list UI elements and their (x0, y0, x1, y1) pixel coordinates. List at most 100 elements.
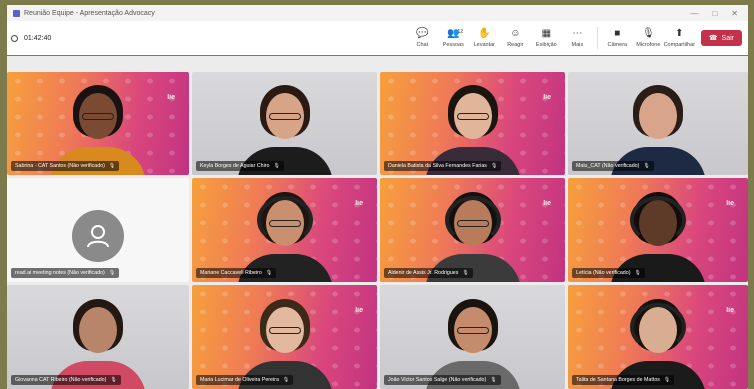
mic-label: Microfone (636, 42, 661, 48)
virtual-background-logo: lie (167, 94, 175, 101)
participant-tile[interactable]: Keyla Borges de Aguiar Chiro 🎙 (192, 72, 377, 175)
more-icon: ⋯ (572, 28, 583, 39)
camera-button[interactable]: ■ Câmera (602, 28, 633, 49)
virtual-background-logo: lie (355, 200, 363, 207)
participant-name: Sabrina - CAT Santos (Não verificado) (15, 163, 105, 169)
participant-name-tag: Malu_CAT (Não verificado) 🎙 (572, 161, 654, 171)
view-label: Exibição (535, 42, 557, 48)
react-label: Reagir (507, 42, 524, 48)
people-label: Pessoas (442, 42, 464, 48)
teams-app-icon (13, 9, 20, 17)
react-button[interactable]: ☺ Reagir (500, 28, 531, 49)
close-button[interactable]: ✕ (731, 9, 738, 18)
virtual-background-logo: lie (543, 94, 551, 101)
camera-icon: ■ (614, 28, 621, 39)
grid-icon: ▦ (541, 28, 552, 39)
mic-muted-icon: 🎙 (108, 163, 116, 169)
participant-tile[interactable]: Giovanna CAT Ribeiro (Não verificado) 🎙 (7, 285, 189, 389)
participant-tile[interactable]: lie Maria Lucimar de Oliveira Pereira 🎙 (192, 285, 377, 389)
participant-name-tag: Daniela Batista da Silva Fernandes Faria… (384, 161, 502, 171)
participant-name-tag: Mariane Caccaveli Ribeiro 🎙 (196, 268, 277, 278)
teams-window: Reunião Equipe - Apresentação Advocacy —… (0, 0, 754, 389)
participant-name-tag: Talita de Santana Borges de Mattos 🎙 (572, 375, 675, 385)
participant-name-tag: João Victor Santos Salge (Não verificado… (384, 375, 501, 385)
chat-button[interactable]: 💬 Chat (407, 28, 438, 49)
chat-icon: 💬 (416, 28, 429, 39)
virtual-background-logo: lie (726, 200, 734, 207)
people-button[interactable]: 👥 12 Pessoas (438, 28, 469, 49)
leave-button[interactable]: ☎ Sair (700, 30, 742, 46)
mic-muted-icon: 🎙 (265, 270, 273, 276)
virtual-background-logo: lie (543, 200, 551, 207)
more-button[interactable]: ⋯ Mais (562, 28, 593, 49)
toolbar-divider (596, 27, 598, 49)
people-icon: 👥 12 (447, 28, 464, 39)
participant-name: Letícia (Não verificado) (576, 270, 631, 276)
mic-muted-icon: 🎙 (108, 270, 116, 276)
participant-name: Talita de Santana Borges de Mattos (576, 377, 660, 383)
user-avatar-icon (72, 210, 124, 262)
participant-tile[interactable]: lie Sabrina - CAT Santos (Não verificado)… (7, 72, 189, 175)
chat-label: Chat (416, 42, 429, 48)
participant-name: João Victor Santos Salge (Não verificado… (388, 377, 487, 383)
participant-tile[interactable]: João Victor Santos Salge (Não verificado… (380, 285, 565, 389)
minimize-button[interactable]: — (690, 9, 698, 18)
share-icon: ⬆ (675, 28, 684, 39)
participant-tile[interactable]: lie Aldenir de Assis Jr. Rodrigues 🎙 (380, 178, 565, 282)
mic-muted-icon: 🎙 (462, 270, 469, 276)
record-icon (11, 34, 18, 42)
participant-tile[interactable]: lie Letícia (Não verificado) 🎙 (568, 178, 748, 282)
toolbar-actions: 💬 Chat 👥 12 Pessoas ✋ Levantar ☺ Reagir ▦ Exibição… (407, 27, 695, 49)
participant-name-tag: Keyla Borges de Aguiar Chiro 🎙 (196, 161, 284, 171)
participant-tile[interactable]: read.ai meeting notes (Não verificado) 🎙 (7, 178, 189, 282)
participant-name-tag: Letícia (Não verificado) 🎙 (572, 268, 645, 278)
raise-hand-label: Levantar (473, 42, 496, 48)
participant-name: Maria Lucimar de Oliveira Pereira (200, 377, 279, 383)
participant-name-tag: Aldenir de Assis Jr. Rodrigues 🎙 (384, 268, 473, 278)
mic-muted-icon: 🎙 (663, 377, 671, 383)
participant-name: Keyla Borges de Aguiar Chiro (200, 163, 270, 169)
participant-name: Daniela Batista da Silva Fernandes Faria… (388, 163, 487, 169)
raise-hand-button[interactable]: ✋ Levantar (469, 28, 500, 49)
mic-off-icon: 🎙 (641, 28, 655, 39)
participant-name: Mariane Caccaveli Ribeiro (200, 270, 262, 276)
participant-name: Malu_CAT (Não verificado) (576, 163, 640, 169)
share-button[interactable]: ⬆ Compartilhar (664, 28, 695, 49)
participant-name: read.ai meeting notes (Não verificado) (15, 270, 105, 276)
window-title: Reunião Equipe - Apresentação Advocacy (24, 9, 155, 17)
maximize-button[interactable]: □ (712, 9, 717, 18)
hand-icon: ✋ (478, 28, 491, 39)
participant-name-tag: read.ai meeting notes (Não verificado) 🎙 (11, 268, 120, 278)
camera-label: Câmera (607, 42, 628, 48)
mic-muted-icon: 🎙 (490, 163, 498, 169)
mic-muted-icon: 🎙 (273, 163, 280, 169)
participant-tile[interactable]: lie Mariane Caccaveli Ribeiro 🎙 (192, 178, 377, 282)
virtual-background-logo: lie (355, 307, 363, 314)
participant-name-tag: Sabrina - CAT Santos (Não verificado) 🎙 (11, 161, 120, 171)
participant-name-tag: Giovanna CAT Ribeiro (Não verificado) 🎙 (11, 375, 121, 385)
people-count-badge: 12 (457, 28, 464, 35)
leave-label: Sair (721, 34, 734, 42)
view-button[interactable]: ▦ Exibição (531, 28, 562, 49)
virtual-background-logo: lie (726, 307, 734, 314)
meeting-timer: 01:42:40 (11, 34, 52, 42)
mic-muted-icon: 🎙 (643, 163, 650, 169)
participant-tile[interactable]: lie Talita de Santana Borges de Mattos 🎙 (568, 285, 748, 389)
participant-name-tag: Maria Lucimar de Oliveira Pereira 🎙 (196, 375, 294, 385)
title-bar: Reunião Equipe - Apresentação Advocacy —… (7, 5, 748, 21)
participant-name: Aldenir de Assis Jr. Rodrigues (388, 270, 459, 276)
meeting-toolbar: 01:42:40 💬 Chat 👥 12 Pessoas ✋ Levantar ☺ Reagir… (7, 21, 748, 55)
participant-name: Giovanna CAT Ribeiro (Não verificado) (15, 377, 107, 383)
mic-button[interactable]: 🎙 Microfone (633, 28, 664, 49)
mic-muted-icon: 🎙 (490, 377, 497, 383)
participant-tile[interactable]: lie Daniela Batista da Silva Fernandes Fa… (380, 72, 565, 175)
timer-text: 01:42:40 (24, 34, 52, 42)
window-controls: — □ ✕ (690, 9, 748, 18)
more-label: Mais (571, 42, 584, 48)
video-grid: lie Sabrina - CAT Santos (Não verificado)… (7, 56, 748, 389)
mic-muted-icon: 🎙 (110, 377, 117, 383)
mic-muted-icon: 🎙 (282, 377, 290, 383)
mic-muted-icon: 🎙 (634, 270, 641, 276)
smile-icon: ☺ (510, 28, 521, 39)
participant-tile[interactable]: Malu_CAT (Não verificado) 🎙 (568, 72, 748, 175)
